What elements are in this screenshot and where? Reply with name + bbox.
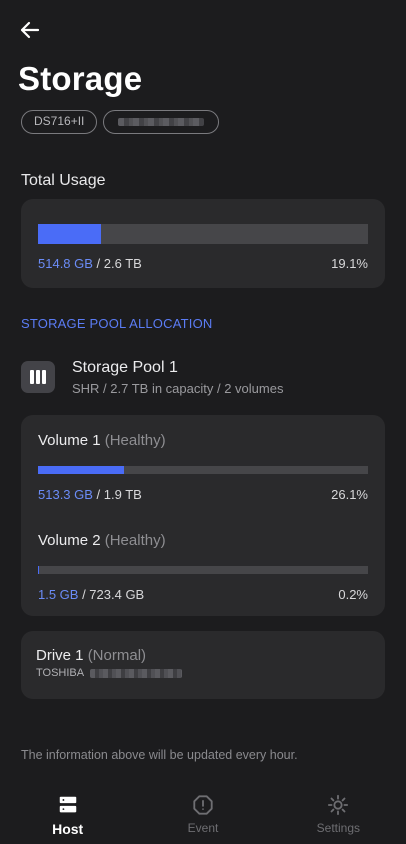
total-usage-card: 514.8 GB / 2.6 TB 19.1% (21, 199, 385, 288)
arrow-left-icon (20, 21, 40, 39)
volume-1-bar-fill (38, 466, 125, 474)
model-chip: DS716+II (21, 110, 98, 134)
total-usage-percent: 19.1% (331, 256, 368, 271)
tab-event[interactable]: Event (135, 784, 270, 844)
drive-1-model: TOSHIBA (36, 667, 370, 679)
storage-pool-icon (21, 361, 55, 393)
volume-2-title[interactable]: Volume 2 (Healthy) (38, 532, 368, 549)
total-usage-bar (38, 224, 368, 244)
total-usage-amount: 514.8 GB / 2.6 TB (38, 256, 142, 271)
total-usage-label: Total Usage (21, 172, 106, 189)
page-title: Storage (18, 60, 143, 97)
drive-card[interactable]: Drive 1 (Normal) TOSHIBA (21, 631, 385, 699)
storage-pool-name[interactable]: Storage Pool 1 (72, 359, 178, 377)
drive-1-title: Drive 1 (Normal) (36, 647, 147, 664)
storage-pool-allocation-label: STORAGE POOL ALLOCATION (21, 316, 213, 331)
bottom-tab-bar: Host Event Settings (0, 784, 406, 844)
volume-2-amount: 1.5 GB / 723.4 GB (38, 587, 145, 602)
volume-1-amount: 513.3 GB / 1.9 TB (38, 487, 142, 502)
volume-1-title[interactable]: Volume 1 (Healthy) (38, 432, 368, 449)
volume-2-percent: 0.2% (338, 587, 368, 602)
alert-icon (193, 795, 213, 815)
drive-serial-redacted (90, 668, 183, 678)
volume-1-bar (38, 466, 368, 474)
device-name-chip (103, 110, 220, 134)
server-icon (59, 796, 76, 813)
volumes-card[interactable]: Volume 1 (Healthy) 513.3 GB / 1.9 TB 26.… (21, 415, 385, 616)
storage-pool-description: SHR / 2.7 TB in capacity / 2 volumes (72, 381, 284, 396)
gear-icon (328, 794, 349, 816)
volume-1-percent: 26.1% (331, 487, 368, 502)
back-button[interactable] (18, 18, 42, 42)
volume-2-bar (38, 566, 368, 574)
tab-host[interactable]: Host (0, 784, 135, 844)
volume-2-bar-fill (38, 566, 39, 574)
update-note: The information above will be updated ev… (21, 748, 298, 762)
total-usage-bar-fill (38, 224, 102, 244)
device-chips: DS716+II (21, 110, 220, 134)
tab-settings[interactable]: Settings (271, 784, 406, 844)
